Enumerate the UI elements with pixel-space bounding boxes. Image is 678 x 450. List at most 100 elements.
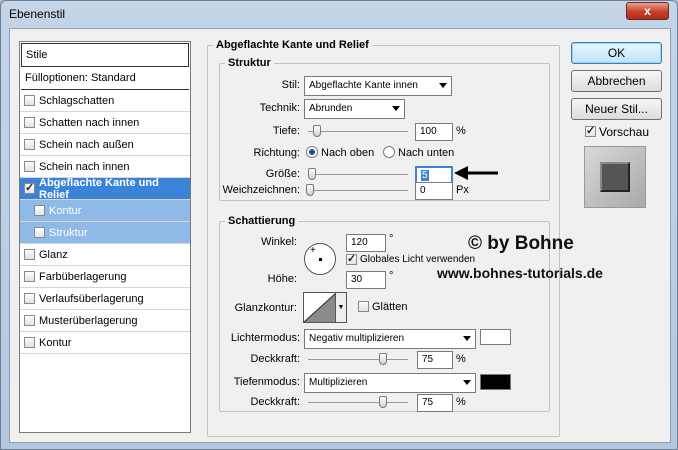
chevron-down-icon [463,380,471,385]
shadow-color-swatch[interactable] [480,374,511,390]
style-label: Stil: [281,79,300,91]
style-item-label: Schlagschatten [39,94,115,107]
chevron-down-icon [439,83,447,88]
soften-slider-track[interactable] [308,190,408,191]
style-item-bevel-emboss[interactable]: Abgeflachte Kante und Relief [20,177,190,201]
highlight-opacity-input[interactable]: 75 [417,351,453,369]
anti-aliased-checkbox[interactable] [358,301,369,312]
style-item-label: Schatten nach innen [39,116,140,129]
chevron-down-icon [463,336,471,341]
chevron-down-icon [392,106,400,111]
highlight-mode-label: Lichtermodus: [230,332,300,344]
preview-label: Vorschau [599,125,650,139]
depth-unit: % [456,125,466,137]
size-slider-track[interactable] [308,174,408,175]
checkbox[interactable] [24,315,35,326]
shadow-mode-label: Tiefenmodus: [233,376,300,388]
checkbox[interactable] [24,181,35,194]
technique-dropdown[interactable]: Abrunden [304,99,405,119]
global-light-checkbox[interactable] [346,252,357,265]
window-title: Ebenenstil [9,7,66,21]
style-item-gradient-overlay[interactable]: Verlaufsüberlagerung [20,288,190,310]
dialog-client: Stile Fülloptionen: Standard Schlagschat… [9,28,671,443]
altitude-input[interactable]: 30 [346,271,386,289]
close-button[interactable]: x [626,2,669,20]
style-item-label: Kontur [49,204,82,217]
size-slider-thumb[interactable] [308,168,316,180]
shadow-opacity-track[interactable] [308,402,408,403]
shadow-opacity-input[interactable]: 75 [417,394,453,412]
style-item-label: Struktur [49,226,88,239]
style-dropdown-value: Abgeflachte Kante innen [309,80,418,91]
preview-checkbox[interactable] [585,124,596,137]
style-item-texture[interactable]: Struktur [20,222,190,244]
new-style-button[interactable]: Neuer Stil... [571,98,662,120]
style-item-label: Kontur [39,336,72,349]
shadow-opacity-label: Deckkraft: [250,396,300,408]
size-label: Größe: [265,168,300,180]
styles-list: Stile Fülloptionen: Standard Schlagschat… [19,41,191,433]
direction-up-radio[interactable] [306,146,318,158]
gloss-contour-picker[interactable]: ▼ [303,292,347,323]
shadow-mode-dropdown[interactable]: Multiplizieren [304,373,476,393]
style-item-contour[interactable]: Kontur [20,200,190,222]
style-item-satin[interactable]: Glanz [20,244,190,266]
checkbox[interactable] [24,249,35,260]
style-item-outer-glow[interactable]: Schein nach außen [20,134,190,156]
shadow-opacity-thumb[interactable] [379,396,387,408]
title-bar[interactable]: Ebenenstil x [1,1,677,25]
highlight-mode-dropdown[interactable]: Negativ multiplizieren [304,329,476,349]
checkbox[interactable] [34,227,45,238]
style-item-label: Glanz [39,248,68,261]
soften-slider-thumb[interactable] [306,184,314,196]
anti-aliased-label: Glätten [372,301,408,313]
direction-label: Richtung: [253,147,300,159]
style-dropdown[interactable]: Abgeflachte Kante innen [304,76,452,96]
angle-unit: ° [389,233,394,245]
highlight-mode-value: Negativ multiplizieren [309,333,405,344]
gloss-contour-label: Glanzkontur: [234,302,297,314]
style-item-stroke[interactable]: Kontur [20,332,190,354]
depth-slider-track[interactable] [308,131,408,132]
altitude-label: Höhe: [267,273,297,285]
style-item-inner-shadow[interactable]: Schatten nach innen [20,112,190,134]
direction-down-label: Nach unten [398,147,455,159]
soften-input[interactable]: 0 [415,182,453,200]
style-item-drop-shadow[interactable]: Schlagschatten [20,90,190,112]
style-item-label: Verlaufsüberlagerung [39,292,144,305]
style-item-color-overlay[interactable]: Farbüberlagerung [20,266,190,288]
style-item-label: Schein nach innen [39,160,130,173]
center-dot [319,258,322,261]
checkbox[interactable] [24,293,35,304]
checkbox[interactable] [24,337,35,348]
highlight-opacity-track[interactable] [308,359,408,360]
shadow-mode-value: Multiplizieren [309,377,368,388]
depth-input[interactable]: 100 [415,123,453,141]
checkbox[interactable] [34,205,45,216]
checkbox[interactable] [24,117,35,128]
crosshair-icon: + [310,245,316,256]
ok-button[interactable]: OK [571,42,662,64]
angle-dial[interactable]: + [304,243,336,275]
style-item-inner-glow[interactable]: Schein nach innen [20,156,190,178]
styles-header[interactable]: Stile [21,43,189,67]
chevron-down-icon[interactable]: ▼ [335,293,346,322]
checkbox[interactable] [24,95,35,106]
angle-input[interactable]: 120 [346,234,386,252]
technique-label: Technik: [259,102,300,114]
highlight-opacity-unit: % [456,353,466,365]
checkbox[interactable] [24,271,35,282]
checkbox[interactable] [24,139,35,150]
checkbox[interactable] [24,161,35,172]
preview-shape [600,162,630,192]
direction-down-radio[interactable] [383,146,395,158]
style-item-label: Schein nach außen [39,138,134,151]
cancel-button[interactable]: Abbrechen [571,70,662,92]
blending-options[interactable]: Fülloptionen: Standard [21,68,189,90]
style-item-pattern-overlay[interactable]: Musterüberlagerung [20,310,190,332]
soften-label: Weichzeichnen: [222,184,300,196]
highlight-opacity-thumb[interactable] [379,353,387,365]
highlight-color-swatch[interactable] [480,329,511,345]
contour-thumbnail [304,293,336,322]
depth-slider-thumb[interactable] [313,125,321,137]
